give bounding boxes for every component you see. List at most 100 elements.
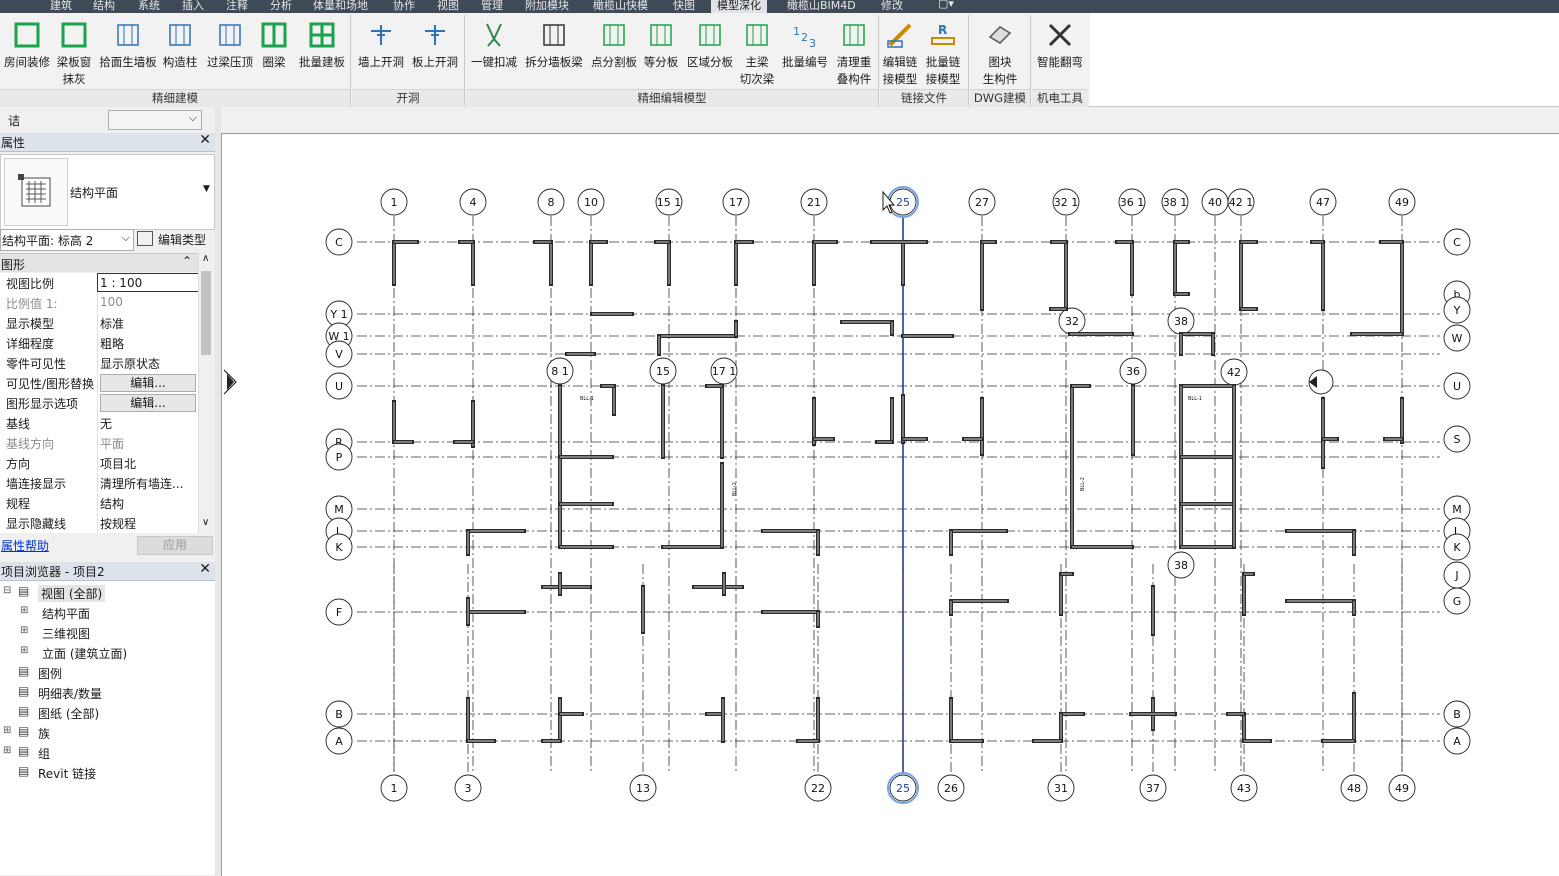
grid-bubble-bottom[interactable]: 3: [454, 774, 482, 802]
grid-bubble-top[interactable]: 32 1: [1052, 188, 1080, 216]
grid-bubble-inner[interactable]: 15: [649, 357, 677, 385]
grid-bubble-inner[interactable]: 8 1: [546, 357, 574, 385]
grid-bubble-top[interactable]: 42 1: [1227, 188, 1255, 216]
grid-bubble-right[interactable]: Y: [1443, 296, 1471, 324]
view-instance-select[interactable]: 结构平面: 标高 2 ⌵: [0, 229, 134, 251]
scrollbar-thumb[interactable]: [201, 271, 211, 355]
grid-bubble-top[interactable]: 47: [1309, 188, 1337, 216]
tree-item[interactable]: 明细表/数量: [38, 685, 102, 702]
grid-bubble-left[interactable]: F: [325, 598, 353, 626]
menu-item-8[interactable]: 视图: [437, 0, 459, 13]
ribbon-button-19[interactable]: 图块 生构件: [980, 13, 1020, 89]
tree-expander-icon[interactable]: ⊞: [3, 725, 11, 736]
menu-item-6[interactable]: 体量和场地: [313, 0, 368, 13]
tree-expander-icon[interactable]: ⊞: [3, 745, 11, 756]
menu-item-12[interactable]: 快图: [673, 0, 695, 13]
ribbon-button-8[interactable]: 板上开洞: [408, 13, 462, 89]
grid-bubble-bottom[interactable]: 25: [887, 772, 919, 804]
grid-bubble-top[interactable]: 15 1: [655, 188, 683, 216]
menu-item-14[interactable]: 橄榄山BIM4D: [787, 0, 856, 13]
grid-bubble-right[interactable]: C: [1443, 228, 1471, 256]
grid-bubble-right[interactable]: U: [1443, 372, 1471, 400]
grid-bubble-inner[interactable]: 32: [1058, 307, 1086, 335]
grid-bubble-bottom[interactable]: 13: [629, 774, 657, 802]
grid-bubble-left[interactable]: U: [325, 372, 353, 400]
ribbon-button-0[interactable]: 房间装修: [2, 13, 52, 89]
grid-bubble-top[interactable]: 17: [722, 188, 750, 216]
scroll-down-icon[interactable]: ∨: [202, 517, 209, 528]
ribbon-button-9[interactable]: 一键扣减: [468, 13, 520, 89]
menu-item-15[interactable]: 修改: [881, 0, 903, 13]
ribbon-button-5[interactable]: 圈梁: [256, 13, 292, 89]
tree-item[interactable]: 图纸 (全部): [38, 705, 99, 722]
grid-bubble-top[interactable]: 27: [968, 188, 996, 216]
grid-bubble-inner[interactable]: 42: [1220, 358, 1248, 386]
grid-bubble-left[interactable]: C: [325, 228, 353, 256]
collapse-icon[interactable]: ⌃: [182, 254, 192, 268]
grid-bubble-left[interactable]: B: [325, 700, 353, 728]
grid-bubble-bottom[interactable]: 37: [1139, 774, 1167, 802]
properties-help-link[interactable]: 属性帮助: [1, 537, 49, 554]
tree-item[interactable]: 三维视图: [42, 625, 90, 642]
property-value[interactable]: 粗略: [97, 333, 198, 352]
family-dropdown-icon[interactable]: ▼: [203, 184, 210, 194]
ribbon-button-1[interactable]: 梁板窗 抹灰: [54, 13, 94, 89]
menu-item-13[interactable]: 模型深化: [711, 0, 767, 13]
property-value[interactable]: 显示原状态: [97, 353, 198, 372]
menu-item-5[interactable]: 分析: [270, 0, 292, 13]
grid-bubble-right[interactable]: B: [1443, 700, 1471, 728]
grid-bubble-top[interactable]: 8: [537, 188, 565, 216]
ribbon-button-16[interactable]: 清理重 叠构件: [832, 13, 876, 89]
grid-bubble-bottom[interactable]: 43: [1230, 774, 1258, 802]
tree-expander-icon[interactable]: ⊞: [20, 645, 28, 656]
grid-bubble-top[interactable]: 4: [459, 188, 487, 216]
ribbon-button-17[interactable]: 编辑链 接模型: [880, 13, 920, 89]
property-value[interactable]: 编辑...: [97, 393, 198, 412]
property-value[interactable]: 编辑...: [97, 373, 198, 392]
menu-item-1[interactable]: 结构: [93, 0, 115, 13]
grid-bubble-top[interactable]: 49: [1388, 188, 1416, 216]
grid-bubble-right[interactable]: A: [1443, 727, 1471, 755]
edit-button[interactable]: 编辑...: [100, 374, 196, 392]
ribbon-button-13[interactable]: 区域分板: [684, 13, 736, 89]
grid-bubble-bottom[interactable]: 22: [804, 774, 832, 802]
property-value[interactable]: 1 : 100: [97, 273, 198, 292]
property-value[interactable]: 标准: [97, 313, 198, 332]
drawing-canvas[interactable]: 1 4 8 10 15 1 17 21 25 27 32 1 36 1 38 1 40 42 1 47 49 1…: [221, 133, 1559, 876]
grid-bubble-inner[interactable]: 38: [1167, 551, 1195, 579]
grid-bubble-right[interactable]: K: [1443, 533, 1471, 561]
menu-item-3[interactable]: 插入: [182, 0, 204, 13]
ribbon-button-11[interactable]: 点分割板: [588, 13, 640, 89]
grid-bubble-right[interactable]: J: [1443, 561, 1471, 589]
grid-bubble-inner[interactable]: 38: [1167, 307, 1195, 335]
type-selector-dropdown[interactable]: ⌵: [108, 110, 202, 130]
grid-bubble-inner[interactable]: 17 1: [710, 357, 738, 385]
property-value[interactable]: 项目北: [97, 453, 198, 472]
tree-item[interactable]: 图例: [38, 665, 62, 682]
ribbon-button-18[interactable]: R 批量链 接模型: [922, 13, 964, 89]
grid-bubble-right[interactable]: W: [1443, 324, 1471, 352]
ribbon-button-3[interactable]: 构造柱: [160, 13, 200, 89]
menu-item-2[interactable]: 系统: [138, 0, 160, 13]
grid-bubble-left[interactable]: K: [325, 533, 353, 561]
property-value[interactable]: 按规程: [97, 513, 198, 532]
grid-bubble-bottom[interactable]: 31: [1047, 774, 1075, 802]
tree-item[interactable]: 视图 (全部): [38, 585, 106, 602]
grid-bubble-right[interactable]: G: [1443, 587, 1471, 615]
ribbon-button-10[interactable]: 拆分墙板梁: [522, 13, 586, 89]
properties-scrollbar[interactable]: ∧ ∨: [198, 253, 214, 533]
menu-item-7[interactable]: 协作: [393, 0, 415, 13]
menu-item-10[interactable]: 附加模块: [525, 0, 569, 13]
structural-plan-drawing[interactable]: 1 4 8 10 15 1 17 21 25 27 32 1 36 1 38 1 40 42 1 47 491…: [222, 134, 1559, 876]
close-icon[interactable]: ✕: [199, 561, 211, 577]
ribbon-button-6[interactable]: 批量建板: [294, 13, 350, 89]
grid-bubble-bottom[interactable]: 26: [937, 774, 965, 802]
tree-expander-icon[interactable]: ⊞: [20, 625, 28, 636]
tree-item[interactable]: 组: [38, 745, 50, 762]
grid-bubble-top[interactable]: 38 1: [1161, 188, 1189, 216]
tree-item[interactable]: 结构平面: [42, 605, 90, 622]
ribbon-button-7[interactable]: 墙上开洞: [354, 13, 408, 89]
grid-bubble-left[interactable]: A: [325, 727, 353, 755]
ribbon-button-4[interactable]: 过梁压顶: [204, 13, 256, 89]
tree-item[interactable]: Revit 链接: [38, 765, 96, 782]
